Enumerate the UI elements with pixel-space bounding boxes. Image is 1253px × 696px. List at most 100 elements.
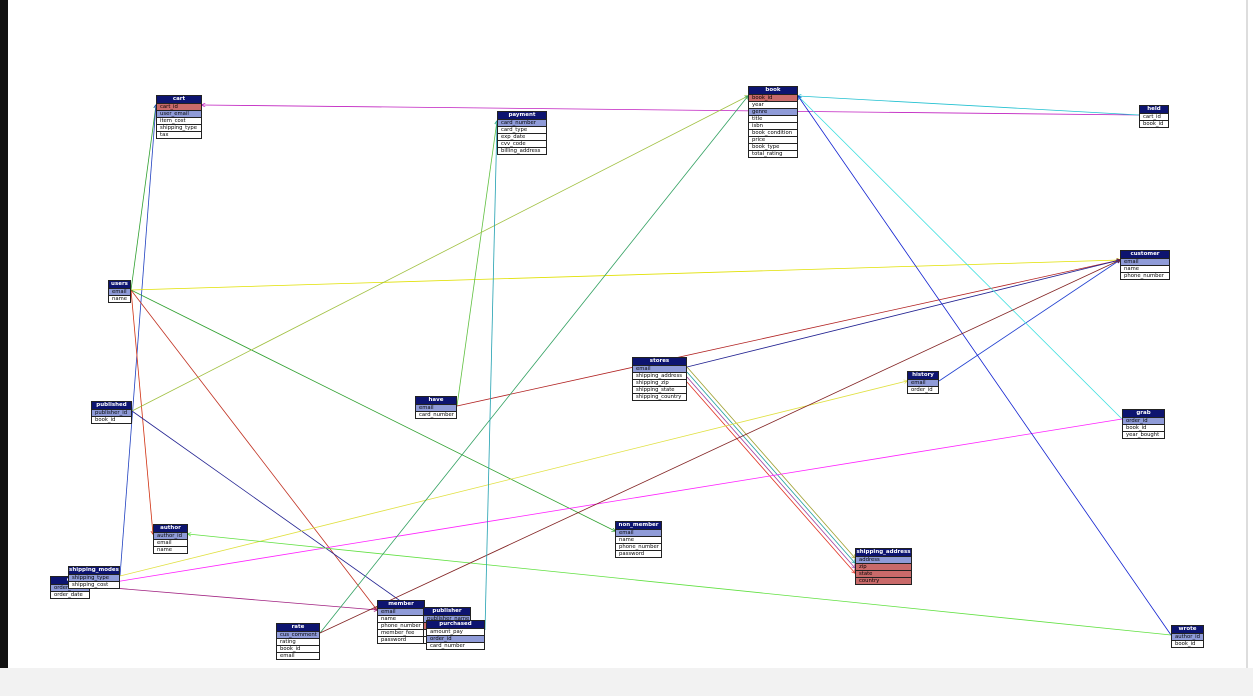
entity-published[interactable]: published publisher_id book_id (91, 401, 132, 424)
attribute-row: author_id (1172, 633, 1203, 640)
entity-shipping-address[interactable]: shipping_address address zip state country (855, 548, 912, 585)
entity-title: wrote (1172, 626, 1203, 633)
entity-cart[interactable]: cart cart_id user_email item_cost shipping_t… (156, 95, 202, 139)
entity-shipping-modes[interactable]: shipping_modes shipping_type shipping_cost (68, 566, 120, 589)
relationship-line-rate-customer (319, 260, 1120, 634)
attribute-row: cart_id (1140, 113, 1168, 120)
entity-payment[interactable]: payment card_number card_type exp_date cvv_c… (497, 111, 547, 155)
attribute-row: tax (157, 131, 201, 138)
attribute-row: state (856, 570, 911, 577)
attribute-row: total_rating (749, 150, 797, 157)
relationship-line-stores-shipping_address (686, 381, 855, 573)
entity-title: grab (1123, 410, 1164, 417)
attribute-row: name (616, 536, 661, 543)
entity-customer[interactable]: customer email name phone_number (1120, 250, 1170, 280)
attribute-row: publisher_id (92, 409, 131, 416)
attribute-row: email (633, 365, 686, 372)
attribute-row: name (154, 546, 187, 553)
entity-title: have (416, 397, 456, 404)
attribute-row: card_type (498, 126, 546, 133)
attribute-row: phone_number (378, 622, 424, 629)
attribute-row: shipping_state (633, 386, 686, 393)
attribute-row: order_id (908, 386, 938, 393)
attribute-row: book_id (1172, 640, 1203, 647)
attribute-row: cvv_code (498, 140, 546, 147)
attribute-row: phone_number (616, 543, 661, 550)
entity-history[interactable]: history email order_id (907, 371, 939, 394)
er-diagram-canvas: cart cart_id user_email item_cost shipping_t… (0, 0, 1253, 696)
attribute-row: genre (749, 108, 797, 115)
entity-users[interactable]: users email name (108, 280, 131, 303)
attribute-row: email (109, 288, 130, 295)
entity-have[interactable]: have email card_number (415, 396, 457, 419)
entity-author[interactable]: author author_id email name (153, 524, 188, 554)
attribute-row: book_id (1140, 120, 1168, 127)
attribute-row: book_id (749, 94, 797, 101)
attribute-row: card_number (416, 411, 456, 418)
entity-held[interactable]: held cart_id book_id (1139, 105, 1169, 128)
attribute-row: cart_id (157, 103, 201, 110)
attribute-row: phone_number (1121, 272, 1169, 279)
relationship-line-held-cart (202, 105, 1140, 116)
entity-title: purchased (427, 621, 484, 628)
attribute-row: email (616, 529, 661, 536)
attribute-row: isbn (749, 122, 797, 129)
attribute-row: name (378, 615, 424, 622)
entity-stores[interactable]: stores email shipping_address shipping_zip s… (632, 357, 687, 401)
entity-title: rate (277, 624, 319, 631)
attribute-row: email (277, 652, 319, 659)
relationship-line-stores-shipping_address (686, 371, 855, 563)
attribute-row: price (749, 136, 797, 143)
relationship-line-users-non_member (130, 289, 615, 531)
attribute-row: year (749, 101, 797, 108)
attribute-row: shipping_country (633, 393, 686, 400)
attribute-row: shipping_zip (633, 379, 686, 386)
attribute-row: user_email (157, 110, 201, 117)
relationship-line-shipping_modes-history (119, 381, 907, 577)
entity-non-member[interactable]: non_member email name phone_number password (615, 521, 662, 558)
relationship-line-stores-shipping_address (686, 376, 855, 568)
attribute-row: email (908, 379, 938, 386)
entity-purchased[interactable]: purchased amount_pay order_id card_number (426, 620, 485, 650)
entity-member[interactable]: member email name phone_number member_fee pas… (377, 600, 425, 644)
entity-title: author (154, 525, 187, 532)
attribute-row: cus_comment (277, 631, 319, 638)
relationship-line-grab-orders (90, 418, 1123, 586)
attribute-row: card_number (498, 119, 546, 126)
relationship-line-users-member (130, 289, 377, 610)
attribute-row: name (1121, 265, 1169, 272)
entity-title: non_member (616, 522, 661, 529)
entity-title: book (749, 87, 797, 94)
entity-title: shipping_address (856, 549, 911, 556)
relationship-line-stores-customer (686, 260, 1120, 368)
attribute-row: password (378, 636, 424, 643)
relationship-line-published-publisher (131, 410, 423, 617)
entity-grab[interactable]: grab order_id book_id year_bought (1122, 409, 1165, 439)
attribute-row: book_id (1123, 424, 1164, 431)
attribute-row: exp_date (498, 133, 546, 140)
entity-title: held (1140, 106, 1168, 113)
entity-title: payment (498, 112, 546, 119)
entity-title: cart (157, 96, 201, 103)
attribute-row: book_id (277, 645, 319, 652)
attribute-row: book_type (749, 143, 797, 150)
relationship-line-users-cart (130, 105, 156, 291)
entity-rate[interactable]: rate cus_comment rating book_id email (276, 623, 320, 660)
attribute-row: order_id (1123, 417, 1164, 424)
entity-title: customer (1121, 251, 1169, 258)
entity-title: stores (633, 358, 686, 365)
attribute-row: card_number (427, 642, 484, 649)
relationship-line-wrote-book (798, 96, 1172, 636)
attribute-row: book_id (92, 416, 131, 423)
entity-wrote[interactable]: wrote author_id book_id (1171, 625, 1204, 648)
entity-title: history (908, 372, 938, 379)
attribute-row: year_bought (1123, 431, 1164, 438)
entity-book[interactable]: book book_id year genre title isbn book_condit… (748, 86, 798, 158)
attribute-row: shipping_address (633, 372, 686, 379)
attribute-row: rating (277, 638, 319, 645)
attribute-row: name (109, 295, 130, 302)
attribute-row: item_cost (157, 117, 201, 124)
attribute-row: book_condition (749, 129, 797, 136)
attribute-row: title (749, 115, 797, 122)
entity-title: users (109, 281, 130, 288)
